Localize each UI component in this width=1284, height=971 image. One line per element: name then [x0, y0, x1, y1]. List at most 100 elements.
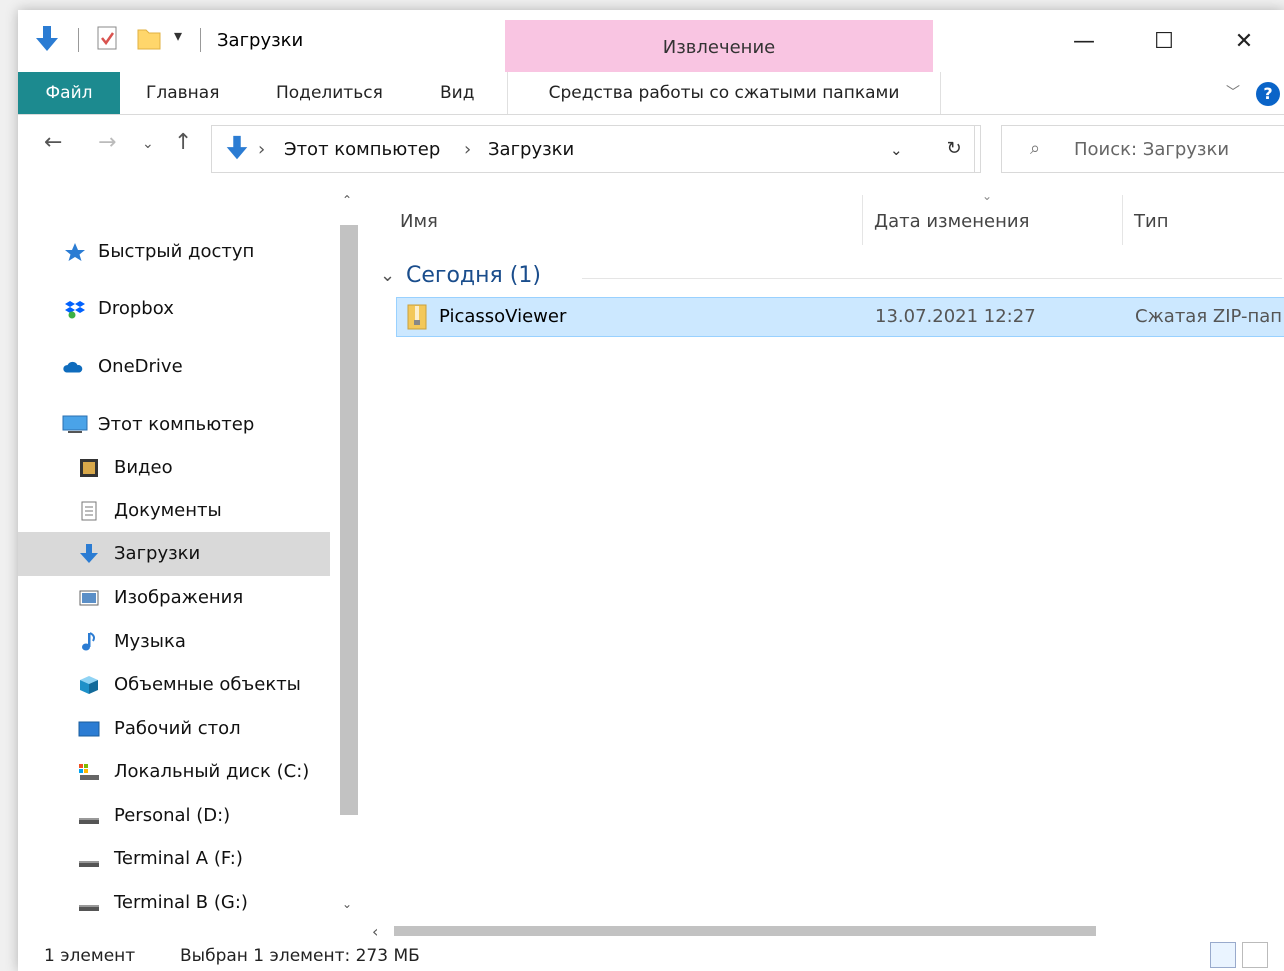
drive-icon [79, 818, 99, 824]
nav-label: Документы [114, 500, 222, 521]
file-modified: 13.07.2021 12:27 [875, 306, 1036, 327]
separator [200, 28, 201, 52]
star-icon [65, 243, 85, 261]
nav-label: OneDrive [98, 356, 183, 377]
desktop-icon [78, 721, 100, 737]
nav-label: Видео [114, 457, 173, 478]
status-bar: 1 элемент Выбран 1 элемент: 273 МБ [18, 936, 1284, 971]
column-header-type[interactable]: Тип [1134, 211, 1168, 232]
nav-label: Personal (D:) [114, 805, 231, 826]
zip-folder-icon [407, 304, 427, 330]
nav-label: Terminal B (G:) [114, 892, 248, 913]
group-collapse-chevron-icon[interactable]: ⌄ [380, 265, 395, 286]
nav-dropbox[interactable]: Dropbox [18, 287, 330, 331]
scroll-up-icon[interactable]: ⌃ [342, 193, 352, 207]
download-location-icon [226, 135, 248, 160]
item-count: 1 элемент [44, 946, 136, 966]
nav-label: Локальный диск (C:) [114, 761, 310, 782]
nav-terminal-b-g[interactable]: Terminal B (G:) [18, 881, 330, 925]
explorer-window: ▾ Загрузки Извлечение — ☐ ✕ Файл Главная… [18, 10, 1284, 971]
tab-share[interactable]: Поделиться [272, 72, 387, 114]
nav-label: Этот компьютер [98, 414, 255, 435]
address-bar[interactable]: › Этот компьютер › Загрузки ⌄ [211, 125, 975, 173]
nav-label: Рабочий стол [114, 718, 241, 739]
maximize-button[interactable]: ☐ [1134, 22, 1194, 62]
search-box[interactable]: ⌕ Поиск: Загрузки [1001, 125, 1284, 173]
nav-pictures[interactable]: Изображения [18, 576, 330, 620]
large-icons-view-icon[interactable] [1242, 942, 1268, 968]
new-folder-icon[interactable] [136, 24, 162, 52]
nav-music[interactable]: Музыка [18, 620, 330, 664]
forward-arrow-icon[interactable]: → [98, 130, 116, 155]
selection-info: Выбран 1 элемент: 273 МБ [180, 946, 420, 966]
column-header-date[interactable]: Дата изменения [874, 211, 1029, 232]
nav-label: Terminal A (F:) [114, 848, 243, 869]
refresh-icon: ↻ [946, 138, 962, 159]
file-name: PicassoViewer [439, 306, 567, 327]
tab-home[interactable]: Главная [142, 72, 223, 114]
nav-label: Изображения [114, 587, 244, 608]
file-type: Сжатая ZIP-пап [1135, 306, 1283, 327]
nav-label: Объемные объекты [114, 674, 301, 695]
nav-label: Быстрый доступ [98, 241, 255, 262]
nav-terminal-a-f[interactable]: Terminal A (F:) [18, 837, 330, 881]
tab-compressed-folder-tools[interactable]: Средства работы со сжатыми папками [507, 72, 941, 114]
separator [78, 28, 79, 52]
nav-desktop[interactable]: Рабочий стол [18, 707, 330, 751]
nav-label: Музыка [114, 631, 186, 652]
refresh-button[interactable]: ↻ [928, 125, 981, 173]
breadcrumb-separator-icon[interactable]: › [464, 139, 471, 160]
drive-icon [79, 861, 99, 867]
back-arrow-icon[interactable]: ← [44, 130, 62, 155]
recent-locations-icon[interactable]: ⌄ [142, 136, 154, 152]
breadcrumb-separator-icon[interactable]: › [258, 139, 265, 160]
video-icon [80, 459, 98, 477]
document-icon [81, 501, 97, 521]
nav-documents[interactable]: Документы [18, 489, 330, 533]
cloud-icon [63, 361, 83, 373]
sort-indicator-icon: ⌄ [982, 189, 993, 203]
3d-objects-icon [80, 676, 98, 694]
navigation-pane: Быстрый доступ Dropbox OneDrive Этот ком… [18, 185, 360, 920]
system-drive-icon [79, 764, 99, 780]
details-view-icon[interactable] [1210, 942, 1236, 968]
tab-file[interactable]: Файл [18, 72, 120, 114]
tab-view[interactable]: Вид [436, 72, 478, 114]
pictures-icon [79, 590, 99, 606]
file-row-picassoviewer[interactable]: PicassoViewer 13.07.2021 12:27 Сжатая ZI… [396, 297, 1284, 337]
search-icon: ⌕ [1030, 138, 1041, 159]
nav-3d-objects[interactable]: Объемные объекты [18, 663, 330, 707]
nav-quick-access[interactable]: Быстрый доступ [18, 230, 330, 274]
nav-personal-d[interactable]: Personal (D:) [18, 794, 330, 838]
nav-label: Dropbox [98, 298, 174, 319]
nav-this-pc[interactable]: Этот компьютер [18, 403, 330, 447]
help-button[interactable]: ? [1256, 82, 1280, 106]
download-icon [80, 544, 98, 563]
column-divider[interactable] [1122, 195, 1123, 245]
nav-scrollbar[interactable]: ⌃ ⌄ [332, 185, 362, 920]
breadcrumb-downloads[interactable]: Загрузки [488, 139, 574, 160]
properties-icon[interactable] [96, 24, 120, 52]
expand-ribbon-icon[interactable]: ﹀ [1226, 82, 1240, 102]
nav-video[interactable]: Видео [18, 446, 330, 490]
search-placeholder[interactable]: Поиск: Загрузки [1074, 139, 1229, 160]
dropbox-icon [65, 301, 85, 319]
nav-local-disk-c[interactable]: Локальный диск (C:) [18, 750, 330, 794]
window-title: Загрузки [217, 30, 304, 51]
download-arrow-icon[interactable] [34, 24, 60, 54]
up-arrow-icon[interactable]: ↑ [174, 130, 192, 155]
close-button[interactable]: ✕ [1214, 22, 1274, 62]
group-header-today[interactable]: Сегодня (1) [406, 263, 541, 288]
minimize-button[interactable]: — [1054, 22, 1114, 62]
customize-toolbar-icon[interactable]: ▾ [174, 26, 182, 45]
breadcrumb-this-pc[interactable]: Этот компьютер [284, 139, 440, 160]
address-history-chevron-icon[interactable]: ⌄ [890, 141, 903, 159]
nav-scrollbar-thumb[interactable] [340, 225, 358, 815]
column-divider[interactable] [862, 195, 863, 245]
group-divider [582, 278, 1282, 279]
scroll-down-icon[interactable]: ⌄ [342, 897, 352, 911]
nav-onedrive[interactable]: OneDrive [18, 345, 330, 389]
drive-icon [79, 905, 99, 911]
nav-downloads[interactable]: Загрузки [18, 532, 330, 576]
column-header-name[interactable]: Имя [400, 211, 438, 232]
